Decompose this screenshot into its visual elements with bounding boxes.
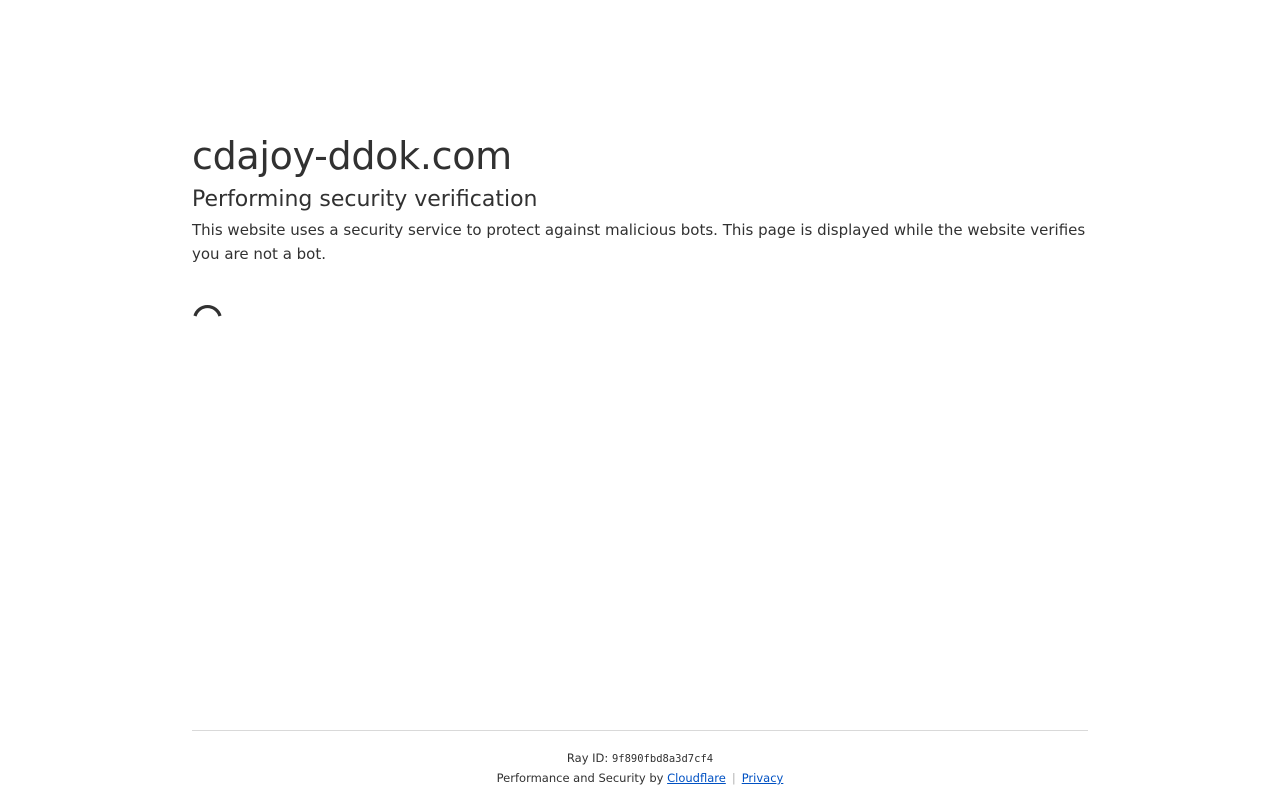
cloudflare-link[interactable]: Cloudflare — [667, 771, 726, 785]
performance-text: Performance and Security by — [496, 771, 664, 785]
page-heading: Performing security verification — [192, 187, 538, 212]
ray-id-value: 9f890fbd8a3d7cf4 — [611, 753, 714, 765]
page-description: This website uses a security service to … — [192, 221, 1086, 263]
performance-line: Performance and Security by Cloudflare | P… — [192, 770, 1088, 786]
main-content: cdajoy-ddok.com Performing security veri… — [192, 128, 1088, 266]
ray-id-line: Ray ID: 9f890fbd8a3d7cf4 — [192, 750, 1088, 767]
ray-id-label: Ray ID: — [566, 751, 609, 765]
site-domain: cdajoy-ddok.com — [192, 134, 512, 178]
footer-separator: | — [731, 771, 736, 785]
footer: Ray ID: 9f890fbd8a3d7cf4 Performance and… — [192, 730, 1088, 786]
privacy-link[interactable]: Privacy — [742, 771, 784, 785]
loading-spinner-icon — [192, 303, 222, 333]
